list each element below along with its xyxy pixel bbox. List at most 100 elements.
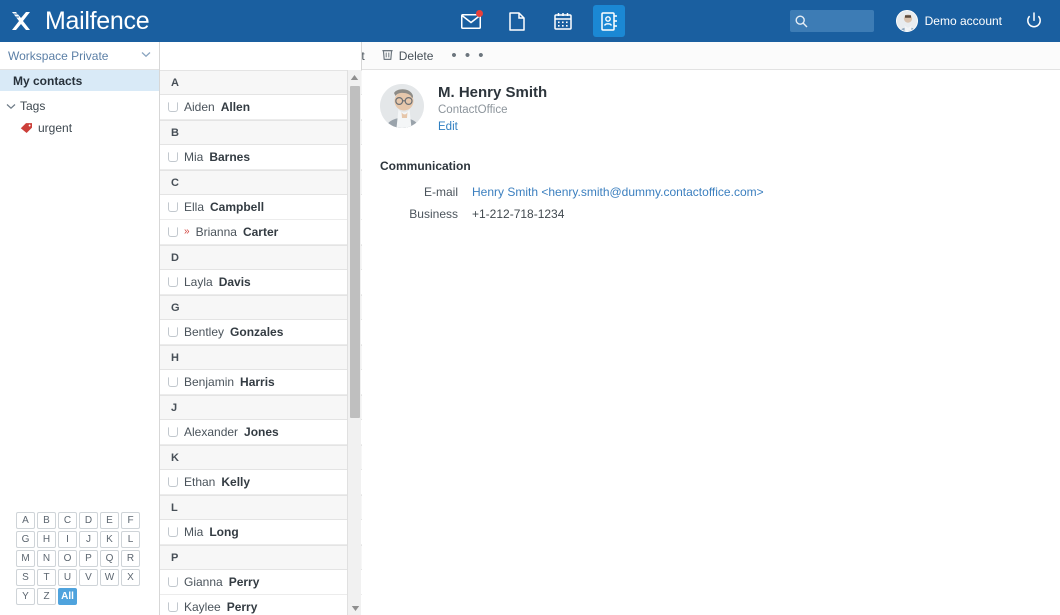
delete-button-label: Delete (399, 49, 434, 63)
contact-last-name: Allen (221, 100, 250, 114)
contact-last-name: Jones (244, 425, 279, 439)
contact-list-item[interactable]: MiaLong (160, 520, 362, 545)
sidebar-tag-label: urgent (38, 121, 72, 135)
brand-name: Mailfence (45, 9, 149, 34)
contact-list-scrollbar[interactable] (347, 70, 361, 615)
contact-list-item[interactable]: »BriannaCarter (160, 220, 362, 245)
contact-row-checkbox[interactable] (168, 477, 178, 487)
contact-detail-header: M. Henry Smith ContactOffice Edit (372, 84, 1060, 135)
contact-list-item[interactable]: EthanKelly (160, 470, 362, 495)
contact-row-checkbox[interactable] (168, 577, 178, 587)
contact-first-name: Alexander (184, 425, 238, 439)
contact-row-checkbox[interactable] (168, 277, 178, 287)
alphabet-filter-key-b[interactable]: B (37, 512, 56, 529)
contact-list-item[interactable]: EllaCampbell (160, 195, 362, 220)
mail-icon[interactable] (455, 5, 487, 37)
contact-list-item[interactable]: MiaBarnes (160, 145, 362, 170)
alphabet-filter-key-a[interactable]: A (16, 512, 35, 529)
contact-group-header: K (160, 445, 362, 470)
contact-first-name: Bentley (184, 325, 224, 339)
alphabet-filter-key-g[interactable]: G (16, 531, 35, 548)
alphabet-filter: ABCDEF GHIJKL MNOPQR STUVWX YZAll (16, 512, 144, 607)
contact-row-checkbox[interactable] (168, 152, 178, 162)
contact-last-name: Perry (229, 575, 260, 589)
contact-row-checkbox[interactable] (168, 527, 178, 537)
brand-logo[interactable]: Mailfence (10, 8, 149, 34)
alphabet-filter-key-u[interactable]: U (58, 569, 77, 586)
contact-list-item[interactable]: LaylaDavis (160, 270, 362, 295)
contact-list-item[interactable]: KayleePerry (160, 595, 362, 615)
alphabet-filter-key-k[interactable]: K (100, 531, 119, 548)
alphabet-filter-key-v[interactable]: V (79, 569, 98, 586)
contact-detail-panel: M. Henry Smith ContactOffice Edit Commun… (362, 70, 1060, 615)
alphabet-filter-key-j[interactable]: J (79, 531, 98, 548)
alphabet-filter-row: MNOPQR (16, 550, 144, 567)
alphabet-filter-key-y[interactable]: Y (16, 588, 35, 605)
contact-row-checkbox[interactable] (168, 202, 178, 212)
contact-group-header: G (160, 295, 362, 320)
alphabet-filter-key-h[interactable]: H (37, 531, 56, 548)
alphabet-filter-key-c[interactable]: C (58, 512, 77, 529)
contact-edit-link[interactable]: Edit (438, 119, 547, 135)
contact-field-value[interactable]: Henry Smith <henry.smith@dummy.contactof… (472, 185, 764, 199)
contact-list-item[interactable]: Alexander Jones (160, 420, 362, 445)
contact-row-checkbox[interactable] (168, 102, 178, 112)
alphabet-filter-key-m[interactable]: M (16, 550, 35, 567)
contacts-icon[interactable] (593, 5, 625, 37)
contact-last-name: Long (209, 525, 238, 539)
contact-list-item[interactable]: GiannaPerry (160, 570, 362, 595)
alphabet-filter-key-z[interactable]: Z (37, 588, 56, 605)
contact-row-checkbox[interactable] (168, 377, 178, 387)
sidebar-tag-urgent[interactable]: urgent (0, 117, 159, 139)
contact-list-item[interactable]: Bentley Gonzales (160, 320, 362, 345)
alphabet-filter-key-e[interactable]: E (100, 512, 119, 529)
contact-row-checkbox[interactable] (168, 327, 178, 337)
power-logout-icon[interactable] (1024, 11, 1044, 31)
contact-field-value: +1-212-718-1234 (472, 207, 564, 221)
scroll-down-arrow-icon[interactable] (348, 601, 362, 615)
contact-list-item[interactable]: AidenAllen (160, 95, 362, 120)
alphabet-filter-key-q[interactable]: Q (100, 550, 119, 567)
sidebar-tags-label: Tags (20, 99, 45, 113)
sidebar-tags-header[interactable]: Tags (0, 95, 159, 117)
account-menu[interactable]: Demo account (896, 10, 1002, 32)
contact-row-checkbox[interactable] (168, 227, 178, 237)
avatar (896, 10, 918, 32)
alphabet-filter-key-o[interactable]: O (58, 550, 77, 567)
alphabet-filter-key-i[interactable]: I (58, 531, 77, 548)
contact-group-header: H (160, 345, 362, 370)
contact-group-header: D (160, 245, 362, 270)
documents-icon[interactable] (501, 5, 533, 37)
alphabet-filter-key-n[interactable]: N (37, 550, 56, 567)
search-box[interactable] (790, 10, 874, 32)
alphabet-filter-key-f[interactable]: F (121, 512, 140, 529)
contact-row-checkbox[interactable] (168, 427, 178, 437)
sidebar-item-my-contacts[interactable]: My contacts (0, 70, 159, 91)
alphabet-filter-key-w[interactable]: W (100, 569, 119, 586)
alphabet-filter-key-r[interactable]: R (121, 550, 140, 567)
contact-field-label: E-mail (372, 185, 472, 199)
workspace-selector[interactable]: Workspace Private (0, 42, 159, 70)
contact-first-name: Ethan (184, 475, 215, 489)
scrollbar-thumb[interactable] (350, 86, 360, 418)
alphabet-filter-key-s[interactable]: S (16, 569, 35, 586)
section-communication-title: Communication (380, 159, 1060, 173)
account-name: Demo account (925, 14, 1002, 28)
calendar-icon[interactable] (547, 5, 579, 37)
contact-list-item[interactable]: BenjaminHarris (160, 370, 362, 395)
contact-field-label: Business (372, 207, 472, 221)
alphabet-filter-key-x[interactable]: X (121, 569, 140, 586)
alphabet-filter-key-d[interactable]: D (79, 512, 98, 529)
alphabet-filter-key-t[interactable]: T (37, 569, 56, 586)
more-actions-button[interactable]: • • • (443, 47, 485, 64)
delete-button[interactable]: Delete (375, 45, 440, 66)
contact-row-checkbox[interactable] (168, 602, 178, 612)
search-input[interactable] (808, 14, 868, 28)
contact-group-header: L (160, 495, 362, 520)
alphabet-filter-key-all[interactable]: All (58, 588, 77, 605)
alphabet-filter-key-l[interactable]: L (121, 531, 140, 548)
workspace-label: Workspace Private (8, 49, 108, 63)
contact-last-name: Gonzales (230, 325, 283, 339)
alphabet-filter-key-p[interactable]: P (79, 550, 98, 567)
scroll-up-arrow-icon[interactable] (348, 70, 361, 84)
